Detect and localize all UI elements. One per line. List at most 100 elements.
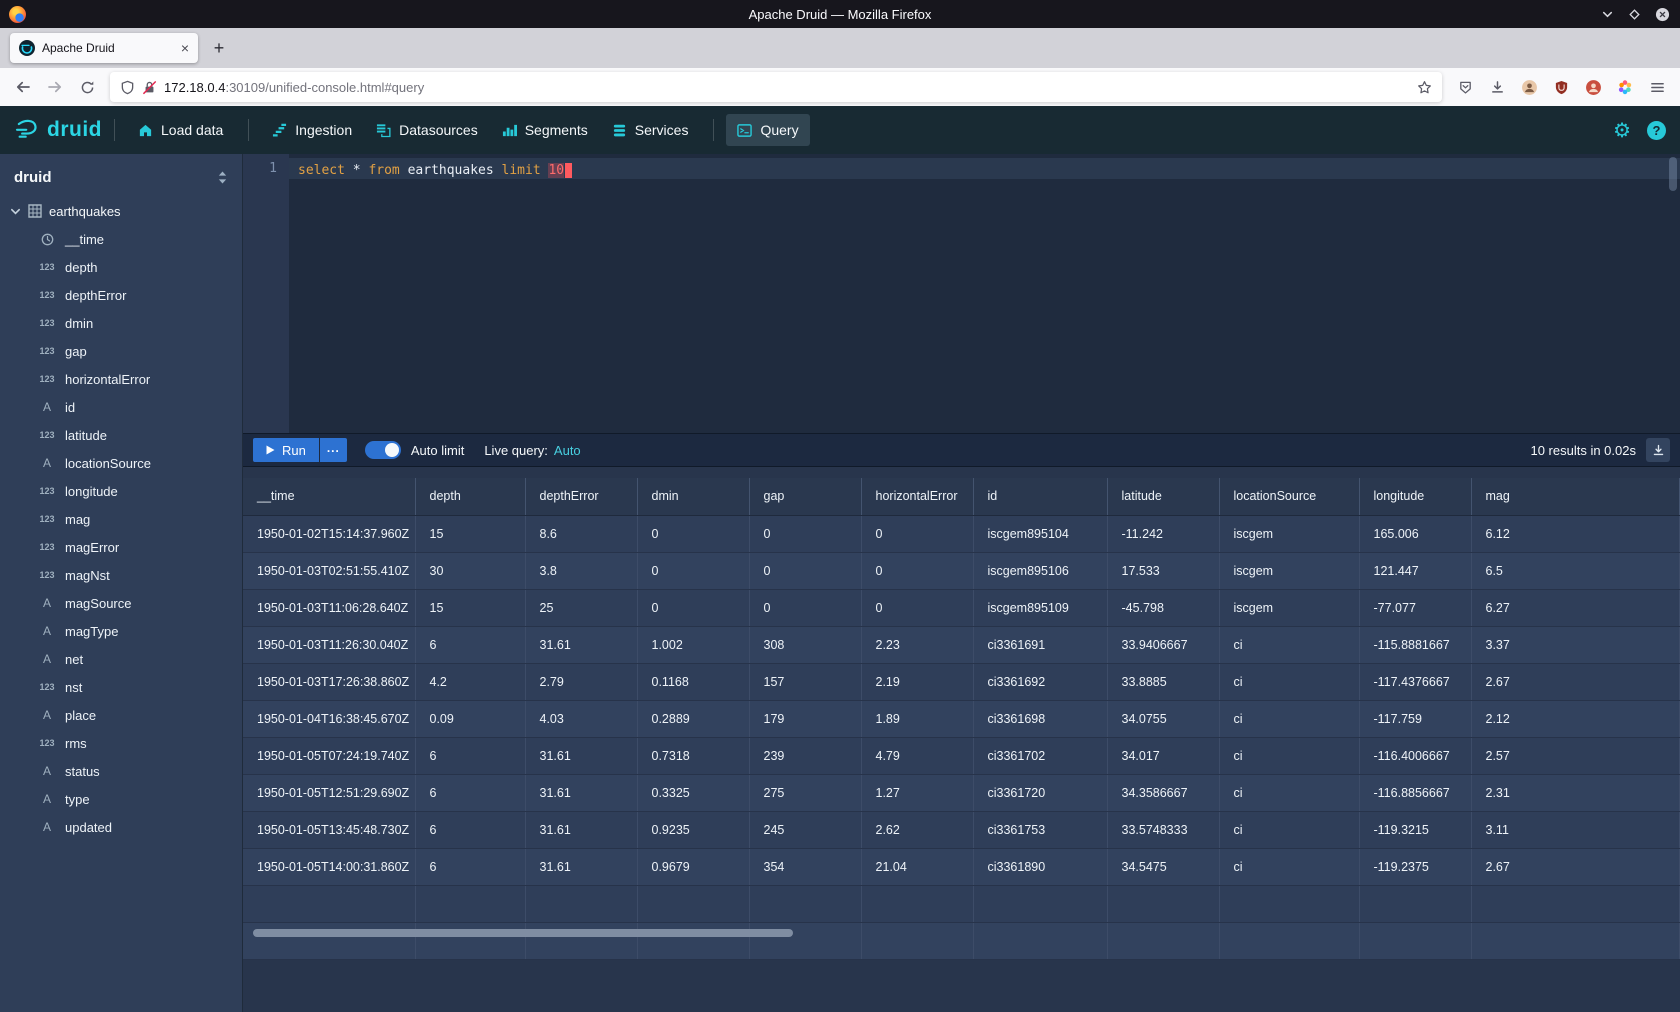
editor-scrollbar-thumb[interactable] [1669,157,1677,191]
table-cell[interactable]: 31.61 [525,737,637,774]
table-cell[interactable]: 8.6 [525,515,637,552]
table-cell[interactable]: 121.447 [1359,552,1471,589]
pinwheel-extension-icon[interactable] [1610,72,1640,102]
table-cell[interactable]: 2.31 [1471,774,1680,811]
table-cell[interactable]: 33.9406667 [1107,626,1219,663]
table-cell[interactable]: 0 [637,552,749,589]
nav-item-datasources[interactable]: Datasources [365,114,489,146]
table-cell[interactable]: 6.27 [1471,589,1680,626]
run-button[interactable]: Run [253,438,319,462]
column-header-locationSource[interactable]: locationSource [1219,478,1359,515]
account-avatar-icon[interactable] [1514,72,1544,102]
table-cell[interactable]: 1950-01-05T13:45:48.730Z [243,811,415,848]
table-cell[interactable]: 0.7318 [637,737,749,774]
sql-editor[interactable]: 1 select * from earthquakes limit 10 [243,154,1680,433]
table-cell[interactable]: 275 [749,774,861,811]
table-cell[interactable]: 0.1168 [637,663,749,700]
table-cell[interactable]: 0 [861,515,973,552]
table-cell[interactable]: -117.759 [1359,700,1471,737]
table-cell[interactable]: ci [1219,848,1359,885]
table-cell[interactable]: 0.09 [415,700,525,737]
sidebar-column-magType[interactable]: AmagType [0,617,242,645]
table-cell[interactable]: 6 [415,774,525,811]
nav-item-ingestion[interactable]: Ingestion [261,114,363,146]
tab-close-icon[interactable]: × [181,41,189,55]
table-cell[interactable]: -116.8856667 [1359,774,1471,811]
auto-limit-toggle[interactable] [365,441,401,459]
window-close-button[interactable] [1655,7,1670,22]
table-cell[interactable]: ci3361753 [973,811,1107,848]
sidebar-column-locationSource[interactable]: AlocationSource [0,449,242,477]
table-cell[interactable]: -11.242 [1107,515,1219,552]
table-cell[interactable]: 1950-01-05T14:00:31.860Z [243,848,415,885]
table-cell[interactable]: iscgem [1219,515,1359,552]
druid-brand[interactable]: druid [14,117,102,143]
table-cell[interactable]: 308 [749,626,861,663]
table-cell[interactable]: ci3361890 [973,848,1107,885]
sql-line[interactable]: select * from earthquakes limit 10 [298,161,1680,181]
table-cell[interactable]: 165.006 [1359,515,1471,552]
help-icon[interactable]: ? [1647,121,1666,140]
bookmark-star-icon[interactable] [1417,80,1432,95]
horizontal-scrollbar-thumb[interactable] [253,929,793,937]
column-header-id[interactable]: id [973,478,1107,515]
table-cell[interactable]: 6.5 [1471,552,1680,589]
sidebar-column-magSource[interactable]: AmagSource [0,589,242,617]
table-cell[interactable]: 1950-01-03T17:26:38.860Z [243,663,415,700]
table-cell[interactable]: -77.077 [1359,589,1471,626]
table-cell[interactable]: ci [1219,774,1359,811]
profile-avatar-icon[interactable] [1578,72,1608,102]
table-cell[interactable]: 0 [749,589,861,626]
live-query-value[interactable]: Auto [554,443,581,458]
insecure-lock-icon[interactable] [142,80,157,95]
column-header-latitude[interactable]: latitude [1107,478,1219,515]
sidebar-column-magNst[interactable]: 123magNst [0,561,242,589]
column-header-__time[interactable]: __time [243,478,415,515]
nav-item-query[interactable]: Query [726,114,809,146]
table-cell[interactable]: 1950-01-05T07:24:19.740Z [243,737,415,774]
table-cell[interactable]: 0 [637,515,749,552]
sidebar-column-mag[interactable]: 123mag [0,505,242,533]
downloads-icon[interactable] [1482,72,1512,102]
sort-double-caret-icon[interactable] [217,170,228,185]
table-cell[interactable]: 2.79 [525,663,637,700]
table-cell[interactable]: 1950-01-02T15:14:37.960Z [243,515,415,552]
nav-item-segments[interactable]: Segments [491,114,599,146]
table-cell[interactable]: 0 [749,515,861,552]
table-cell[interactable]: 1950-01-03T11:06:28.640Z [243,589,415,626]
column-header-horizontalError[interactable]: horizontalError [861,478,973,515]
settings-gear-icon[interactable]: ⚙ [1613,120,1631,140]
table-cell[interactable]: 6 [415,811,525,848]
url-bar[interactable]: 172.18.0.4:30109/unified-console.html#qu… [110,72,1442,102]
table-cell[interactable]: ci [1219,700,1359,737]
tracking-shield-icon[interactable] [120,80,135,95]
table-cell[interactable]: ci3361720 [973,774,1107,811]
table-cell[interactable]: 2.12 [1471,700,1680,737]
table-cell[interactable]: 3.37 [1471,626,1680,663]
column-header-depthError[interactable]: depthError [525,478,637,515]
table-cell[interactable]: 33.5748333 [1107,811,1219,848]
table-cell[interactable]: 6 [415,737,525,774]
sidebar-column-type[interactable]: Atype [0,785,242,813]
table-cell[interactable]: 34.017 [1107,737,1219,774]
table-cell[interactable]: -119.2375 [1359,848,1471,885]
sidebar-column-dmin[interactable]: 123dmin [0,309,242,337]
new-tab-button[interactable]: + [206,35,232,61]
run-more-button[interactable]: ... [320,438,347,462]
table-cell[interactable]: 0 [861,589,973,626]
table-cell[interactable]: iscgem895106 [973,552,1107,589]
table-cell[interactable]: 4.03 [525,700,637,737]
browser-tab[interactable]: Apache Druid × [10,33,198,63]
sidebar-column-status[interactable]: Astatus [0,757,242,785]
table-cell[interactable]: 31.61 [525,848,637,885]
table-cell[interactable]: -117.4376667 [1359,663,1471,700]
sidebar-column-rms[interactable]: 123rms [0,729,242,757]
table-cell[interactable]: iscgem895109 [973,589,1107,626]
reload-button[interactable] [72,72,102,102]
table-cell[interactable]: 239 [749,737,861,774]
sidebar-column-depthError[interactable]: 123depthError [0,281,242,309]
table-cell[interactable]: 31.61 [525,774,637,811]
table-cell[interactable]: 15 [415,589,525,626]
table-cell[interactable]: iscgem [1219,589,1359,626]
table-cell[interactable]: ci3361691 [973,626,1107,663]
